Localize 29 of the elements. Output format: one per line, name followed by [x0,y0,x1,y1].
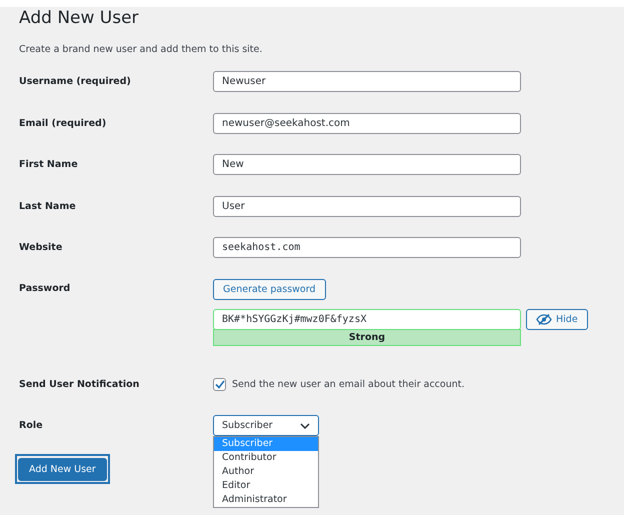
field-label: Email (required) [19,118,108,128]
field-label: Website [19,242,64,253]
dropdown-option[interactable]: Author [214,465,318,479]
input-field[interactable]: newuser@seekahost.com [213,112,521,134]
generate-password-button[interactable]: Generate password [213,278,326,300]
field-label: First Name [19,159,79,170]
field-label: Username (required) [19,76,132,87]
eye-slash-icon [536,314,552,324]
input-field[interactable]: seekahost.com [213,237,521,258]
dropdown-option[interactable]: Editor [214,479,318,493]
strength-label: Strong [348,332,386,342]
role-select[interactable]: Subscriber [213,415,319,436]
field-label: Last Name [19,200,77,212]
add-new-user-button[interactable]: Add New User [18,458,107,480]
notification-text: Send the new user an email about their account. [232,378,464,390]
chevron-down-icon [300,422,310,428]
input-field[interactable]: New [213,154,521,175]
checkbox[interactable] [213,378,226,390]
intro-text: Create a brand new user and add them to this site. [19,44,264,55]
password-field[interactable]: BK#*hSYGGzKj#mwz0F&fyzsX [213,308,521,330]
dropdown-option[interactable]: Administrator [214,493,318,507]
field-label: Send User Notification [19,378,140,390]
page-title: Add New User [19,7,140,28]
field-label: Role [19,420,44,431]
input-field[interactable]: User [213,196,521,216]
dropdown-option[interactable]: Contributor [214,451,318,465]
input-field[interactable]: Newuser [213,71,521,92]
field-label: Password [19,282,72,294]
hide-button[interactable]: Hide [526,308,588,330]
